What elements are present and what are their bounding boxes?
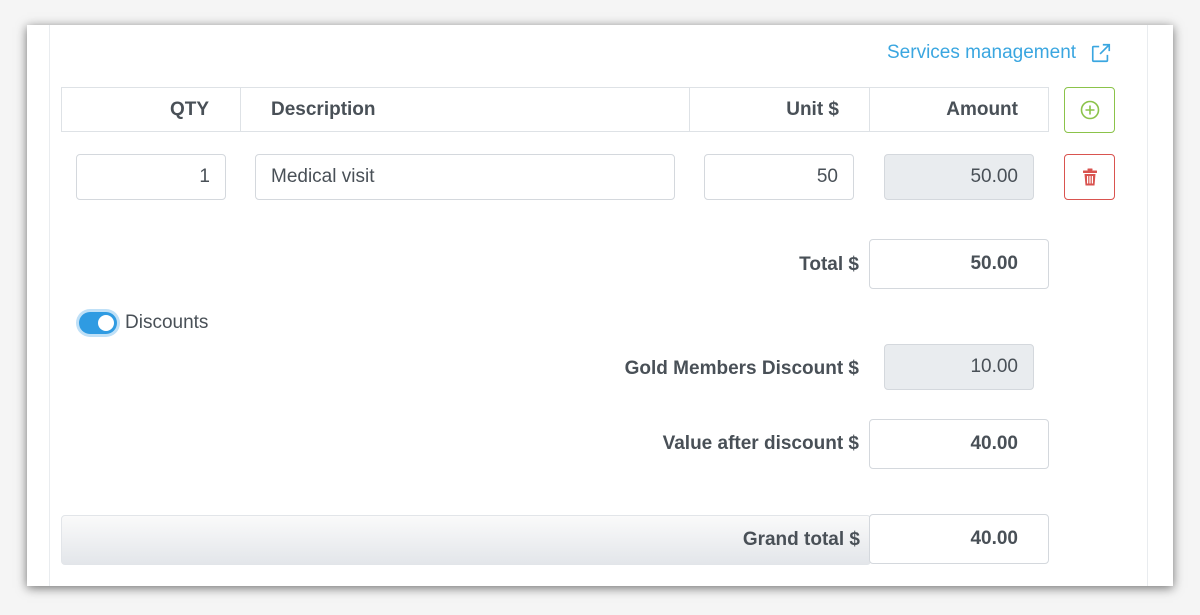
grand-total-bar: Grand total $ [61,515,871,565]
amount-field: 50.00 [884,154,1034,200]
toggle-knob [98,315,114,331]
grand-total-label: Grand total $ [742,529,860,550]
discount-label: Gold Members Discount $ [624,358,859,379]
description-input[interactable]: Medical visit [255,154,675,200]
trash-icon [1082,168,1097,186]
panel-divider-right [1147,25,1148,586]
after-discount-field: 40.00 [869,419,1049,469]
column-header-description: Description [240,87,690,132]
discounts-toggle-label: Discounts [125,312,209,333]
panel-divider-left [49,25,50,586]
total-field: 50.00 [869,239,1049,289]
add-row-button[interactable] [1064,87,1115,133]
invoice-panel: Services management QTY Description Unit… [27,25,1173,586]
plus-circle-icon [1080,100,1099,120]
delete-row-button[interactable] [1064,154,1115,200]
discount-field: 10.00 [884,344,1034,390]
column-header-amount: Amount [869,87,1049,132]
services-management-label: Services management [887,42,1077,63]
after-discount-label: Value after discount $ [662,433,859,454]
column-header-qty: QTY [61,87,241,132]
unit-price-input[interactable]: 50 [704,154,854,200]
grand-total-field: 40.00 [869,514,1049,564]
services-management-link[interactable]: Services management [887,42,1112,64]
discounts-toggle[interactable] [79,312,117,334]
qty-input[interactable]: 1 [76,154,226,200]
total-label: Total $ [799,254,859,275]
column-header-unit: Unit $ [689,87,870,132]
external-link-icon [1091,43,1111,63]
